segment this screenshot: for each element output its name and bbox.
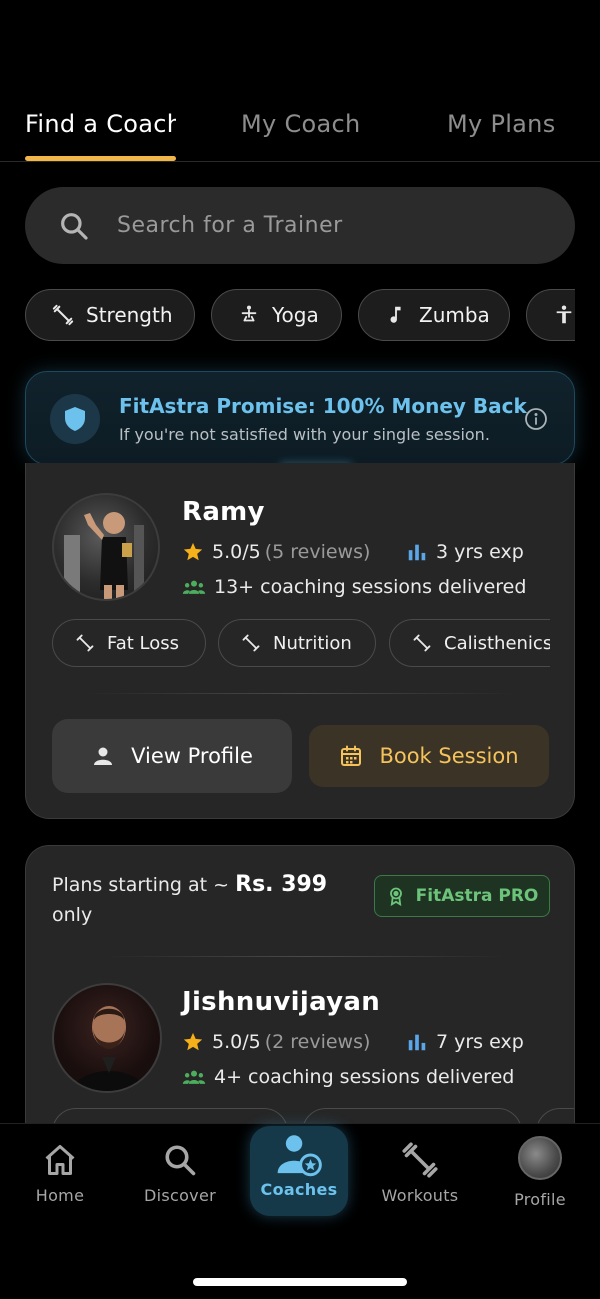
- promise-title: FitAstra Promise: 100% Money Back: [119, 394, 527, 418]
- nav-label: Coaches: [260, 1180, 338, 1199]
- chip-zumba[interactable]: Zumba: [358, 289, 510, 341]
- money-back-banner[interactable]: FitAstra Promise: 100% Money Back If you…: [25, 371, 575, 466]
- review-count[interactable]: (2 reviews): [265, 1031, 371, 1053]
- dumbbell-icon: [76, 634, 94, 652]
- promise-subtitle: If you're not satisfied with your single…: [119, 425, 490, 444]
- shield-icon: [65, 407, 85, 431]
- review-count[interactable]: (5 reviews): [265, 541, 371, 563]
- pro-badge: FitAstra PRO: [374, 875, 550, 917]
- info-icon[interactable]: [524, 407, 548, 431]
- chip-strength[interactable]: Strength: [25, 289, 195, 341]
- shield-badge: [50, 394, 100, 444]
- person-icon: [94, 747, 113, 765]
- dumbbell-icon: [52, 304, 74, 326]
- bar-chart-icon: [408, 1034, 426, 1051]
- nav-label: Profile: [514, 1190, 566, 1209]
- coach-icon: [277, 1135, 322, 1177]
- rating-value: 5.0/5: [212, 541, 261, 563]
- nav-profile[interactable]: Profile: [480, 1134, 600, 1224]
- search-icon: [165, 1145, 196, 1176]
- dumbbell-icon: [242, 634, 260, 652]
- book-session-button[interactable]: Book Session: [309, 725, 549, 787]
- home-icon: [45, 1145, 75, 1175]
- rating-value: 5.0/5: [212, 1031, 261, 1053]
- experience-value: 7 yrs exp: [436, 1031, 524, 1053]
- nav-discover[interactable]: Discover: [120, 1134, 240, 1224]
- sessions-value: 4+ coaching sessions delivered: [214, 1066, 515, 1088]
- category-chips: Strength Yoga Zumba: [25, 289, 575, 341]
- coach-photo: [72, 1006, 146, 1091]
- dumbbell-icon: [402, 1142, 438, 1178]
- coach-card[interactable]: Ramy 5.0/5 (5 reviews) 3 yrs exp 13+ coa…: [25, 463, 575, 819]
- star-icon: [183, 542, 203, 561]
- coach-avatar[interactable]: [52, 493, 160, 601]
- nav-label: Workouts: [381, 1186, 459, 1205]
- avatar: [518, 1136, 562, 1180]
- experience-value: 3 yrs exp: [436, 541, 524, 563]
- nav-label: Home: [35, 1186, 85, 1205]
- nav-home[interactable]: Home: [0, 1134, 120, 1224]
- plans-prefix: Plans starting at ~: [52, 874, 236, 896]
- chip-label: Yoga: [272, 303, 319, 327]
- specialty-chip[interactable]: Fat Loss: [52, 619, 206, 667]
- coach-photo: [64, 512, 144, 599]
- search-input[interactable]: [117, 205, 537, 245]
- tab-my-plans[interactable]: My Plans: [447, 110, 556, 138]
- pro-badge-label: FitAstra PRO: [415, 886, 539, 906]
- view-profile-label: View Profile: [131, 744, 253, 768]
- card-divider: [86, 693, 516, 694]
- calendar-icon: [341, 745, 362, 766]
- specialty-label: Nutrition: [273, 632, 352, 654]
- coach-experience: 7 yrs exp: [406, 1031, 524, 1053]
- tab-find-a-coach[interactable]: Find a Coach: [25, 110, 176, 138]
- coach-rating: 5.0/5 (2 reviews): [182, 1031, 370, 1053]
- bar-chart-icon: [408, 544, 426, 561]
- group-icon: [182, 580, 206, 594]
- chip-label: Strength: [86, 303, 173, 327]
- coach-sessions: 4+ coaching sessions delivered: [182, 1066, 514, 1088]
- chip-more[interactable]: [526, 289, 575, 341]
- star-icon: [183, 1032, 203, 1051]
- home-indicator[interactable]: [193, 1278, 407, 1286]
- specialty-chip[interactable]: Nutrition: [218, 619, 376, 667]
- coach-rating: 5.0/5 (5 reviews): [182, 541, 370, 563]
- specialty-chip[interactable]: Calisthenics: [389, 619, 550, 667]
- nav-label: Discover: [144, 1186, 216, 1205]
- plans-suffix: only: [52, 904, 93, 926]
- search-bar[interactable]: [25, 187, 575, 264]
- group-icon: [182, 1070, 206, 1084]
- plans-price: Rs. 399: [235, 872, 328, 897]
- coach-card[interactable]: Plans starting at ~ Rs. 399 only FitAstr…: [25, 845, 575, 1145]
- award-icon: [389, 887, 402, 906]
- nav-workouts[interactable]: Workouts: [360, 1134, 480, 1224]
- dumbbell-icon: [413, 634, 431, 652]
- yoga-icon: [241, 305, 257, 322]
- coach-avatar[interactable]: [52, 983, 162, 1093]
- coach-name[interactable]: Ramy: [182, 497, 265, 527]
- music-note-icon: [390, 306, 401, 323]
- search-icon: [61, 213, 88, 240]
- coach-sessions: 13+ coaching sessions delivered: [182, 576, 526, 598]
- view-profile-button[interactable]: View Profile: [52, 719, 292, 793]
- active-tab-indicator: [25, 156, 176, 161]
- sessions-value: 13+ coaching sessions delivered: [214, 576, 527, 598]
- card-divider: [106, 956, 506, 957]
- coach-name[interactable]: Jishnuvijayan: [182, 987, 380, 1017]
- specialty-label: Calisthenics: [444, 632, 550, 654]
- tab-my-coach[interactable]: My Coach: [241, 110, 361, 138]
- chip-yoga[interactable]: Yoga: [211, 289, 342, 341]
- nav-coaches[interactable]: Coaches: [250, 1126, 348, 1216]
- specialty-chips: Fat Loss Nutrition Calisthenics: [52, 619, 550, 669]
- specialty-label: Fat Loss: [107, 632, 179, 654]
- coach-experience: 3 yrs exp: [406, 541, 524, 563]
- bottom-navigation: Home Discover Coaches Workouts Profile: [0, 1123, 600, 1299]
- tab-bar: Find a Coach My Coach My Plans: [0, 96, 600, 162]
- book-session-label: Book Session: [379, 744, 519, 768]
- person-icon: [556, 305, 572, 324]
- plans-info: Plans starting at ~ Rs. 399 only: [52, 870, 352, 930]
- chip-label: Zumba: [419, 303, 490, 327]
